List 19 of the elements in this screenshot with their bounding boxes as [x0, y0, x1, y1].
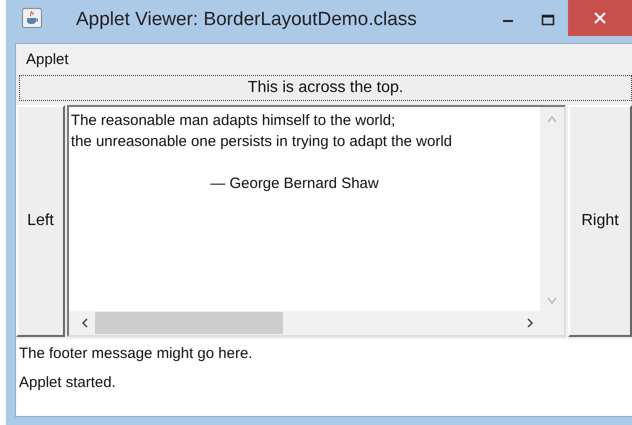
text-line: The reasonable man adapts himself to the world;: [70, 111, 396, 131]
scrollbar-thumb[interactable]: [94, 312, 283, 334]
scroll-left-icon[interactable]: [80, 318, 89, 328]
maximize-icon: [541, 14, 555, 26]
window-title: Applet Viewer: BorderLayoutDemo.class: [76, 9, 417, 31]
text-area[interactable]: The reasonable man adapts himself to the world; the unreasonable one persists in trying to adapt the world — George Bernard Shaw: [66, 105, 566, 337]
close-icon: [594, 12, 606, 24]
text-line: the unreasonable one persists in trying to adapt the world: [70, 132, 453, 152]
coffee-cup-icon: [22, 8, 42, 28]
quote-attribution: — George Bernard Shaw: [209, 174, 380, 194]
footer-message: The footer message might go here.: [19, 345, 254, 362]
top-button[interactable]: This is across the top.: [19, 75, 632, 101]
status-text: Applet started.: [19, 374, 117, 391]
left-button[interactable]: Left: [16, 105, 65, 337]
scroll-up-icon[interactable]: [547, 115, 558, 123]
scroll-down-icon[interactable]: [547, 297, 558, 305]
scroll-right-icon[interactable]: [526, 318, 534, 328]
menu-item[interactable]: Applet: [26, 51, 69, 68]
right-button[interactable]: Right: [568, 105, 632, 337]
